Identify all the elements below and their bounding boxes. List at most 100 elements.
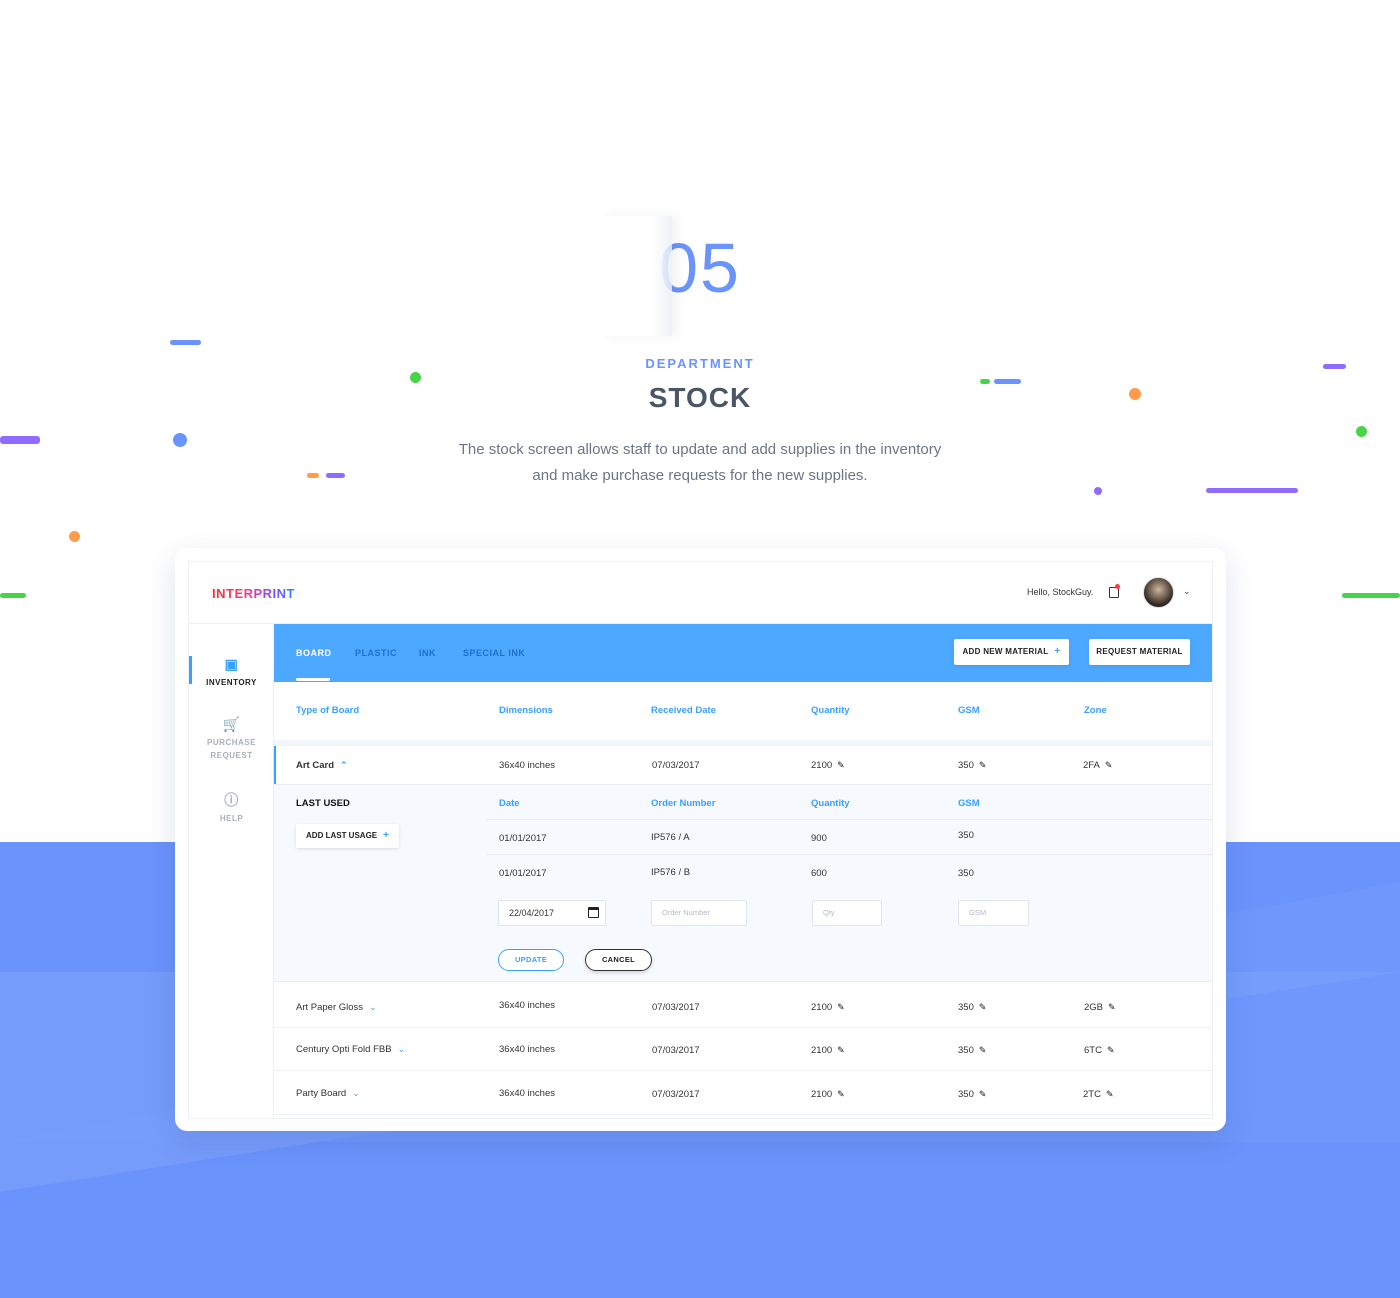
- table-cell-gsm: 350 ✎: [958, 760, 986, 771]
- forklift-icon: ▣: [224, 656, 239, 672]
- table-cell-zone: 2FA ✎: [1083, 760, 1112, 771]
- decor-dash: [1342, 593, 1400, 598]
- plus-icon: +: [1054, 646, 1061, 657]
- table-cell-zone: 2TC ✎: [1083, 1089, 1114, 1100]
- divider: [487, 854, 1212, 855]
- edit-icon[interactable]: ✎: [837, 1002, 845, 1013]
- cell-text: 2100: [811, 1045, 833, 1056]
- edit-icon[interactable]: ✎: [837, 1045, 845, 1056]
- usage-cell-gsm: 350: [958, 830, 974, 841]
- category-tab-bar: BOARD PLASTIC INK SPECIAL INK ADD NEW MA…: [274, 624, 1212, 682]
- table-cell-received: 07/03/2017: [652, 1002, 700, 1013]
- table-cell-zone: 2GB ✎: [1084, 1002, 1116, 1013]
- chevron-down-icon[interactable]: ⌄: [352, 1088, 360, 1099]
- cell-text: Art Card: [296, 760, 335, 771]
- add-new-material-button[interactable]: ADD NEW MATERIAL +: [954, 639, 1069, 665]
- usage-cell-date: 01/01/2017: [499, 833, 547, 844]
- usage-cell-quantity: 600: [811, 868, 827, 879]
- decor-dash: [1206, 488, 1298, 493]
- tab-ink[interactable]: INK: [419, 648, 436, 658]
- app-logo[interactable]: INTERPRINT: [212, 586, 295, 601]
- tab-special-ink[interactable]: SPECIAL INK: [463, 648, 525, 658]
- table-cell-gsm: 350 ✎: [958, 1002, 986, 1013]
- chevron-down-icon[interactable]: ⌄: [1183, 586, 1191, 597]
- quantity-field[interactable]: Qty: [812, 900, 882, 926]
- column-header-gsm: GSM: [958, 705, 980, 716]
- edit-icon[interactable]: ✎: [1107, 1045, 1115, 1056]
- cell-text: 2GB: [1084, 1002, 1104, 1013]
- edit-icon[interactable]: ✎: [979, 1089, 987, 1100]
- edit-icon[interactable]: ✎: [1105, 760, 1113, 771]
- cell-text: 350: [958, 1089, 974, 1100]
- row-divider: [274, 1070, 1212, 1071]
- cell-text: 2100: [811, 1089, 833, 1100]
- cell-text: 350: [958, 760, 974, 771]
- cell-text: 6TC: [1084, 1045, 1102, 1056]
- section-title: STOCK: [648, 382, 752, 413]
- last-used-title: LAST USED: [296, 798, 350, 809]
- sidebar-item-inventory[interactable]: ▣ INVENTORY: [189, 656, 274, 689]
- decor-dot: [1356, 426, 1367, 437]
- chevron-down-icon[interactable]: ⌄: [369, 1002, 377, 1013]
- table-row-selected[interactable]: [274, 746, 1212, 784]
- last-used-panel: [274, 784, 1212, 982]
- sidebar-item-purchase-request[interactable]: 🛒 PURCHASE REQUEST: [189, 716, 274, 762]
- table-cell-type[interactable]: Art Card ⌃: [296, 760, 348, 771]
- table-cell-dimensions: 36x40 inches: [499, 1044, 555, 1055]
- cell-text: 2FA: [1083, 760, 1100, 771]
- table-cell-received: 07/03/2017: [652, 1089, 700, 1100]
- table-cell-gsm: 350 ✎: [958, 1045, 986, 1056]
- table-cell-type[interactable]: Art Paper Gloss ⌄: [296, 1002, 377, 1013]
- tab-board[interactable]: BOARD: [296, 648, 332, 658]
- add-last-usage-button[interactable]: ADD LAST USAGE +: [296, 824, 399, 848]
- last-used-header-gsm: GSM: [958, 798, 980, 809]
- table-cell-type[interactable]: Party Board ⌄: [296, 1088, 360, 1099]
- decor-dash: [0, 436, 40, 444]
- column-header-received-date: Received Date: [651, 705, 716, 716]
- decor-dot: [173, 433, 187, 447]
- divider: [487, 819, 1212, 820]
- avatar[interactable]: [1143, 577, 1174, 608]
- cell-text: 350: [958, 1002, 974, 1013]
- table-cell-quantity: 2100 ✎: [811, 1089, 845, 1100]
- decor-dash: [307, 473, 319, 478]
- edit-icon[interactable]: ✎: [837, 760, 845, 771]
- edit-icon[interactable]: ✎: [837, 1089, 845, 1100]
- chevron-down-icon[interactable]: ⌄: [398, 1044, 406, 1055]
- user-greeting: Hello, StockGuy.: [1027, 587, 1094, 597]
- usage-cell-order: IP576 / A: [651, 832, 690, 843]
- tab-plastic[interactable]: PLASTIC: [355, 648, 397, 658]
- table-cell-gsm: 350 ✎: [958, 1089, 986, 1100]
- edit-icon[interactable]: ✎: [979, 1045, 987, 1056]
- last-used-header-date: Date: [499, 798, 520, 809]
- order-number-field[interactable]: Order Number: [651, 900, 747, 926]
- cancel-button[interactable]: CANCEL: [585, 949, 652, 971]
- number-overlay-panel: [600, 216, 672, 336]
- edit-icon[interactable]: ✎: [1106, 1089, 1114, 1100]
- chevron-up-icon[interactable]: ⌃: [340, 760, 348, 771]
- edit-icon[interactable]: ✎: [979, 760, 987, 771]
- sidebar-item-label: PURCHASE: [207, 738, 256, 747]
- update-button[interactable]: UPDATE: [498, 949, 564, 971]
- table-cell-dimensions: 36x40 inches: [499, 1088, 555, 1099]
- sidebar-item-help[interactable]: ⓘ HELP: [189, 792, 274, 825]
- sidebar-item-label: INVENTORY: [206, 678, 257, 687]
- calendar-icon[interactable]: [588, 907, 599, 918]
- gsm-field[interactable]: GSM: [958, 900, 1029, 926]
- table-cell-type[interactable]: Century Opti Fold FBB ⌄: [296, 1044, 405, 1055]
- button-label: ADD NEW MATERIAL: [962, 647, 1049, 656]
- cart-icon: 🛒: [222, 716, 241, 732]
- app-screenshot-card: INTERPRINT Hello, StockGuy. ⌄ ▣ INVENTOR…: [175, 548, 1226, 1131]
- date-value: 22/04/2017: [509, 908, 555, 918]
- request-material-button[interactable]: REQUEST MATERIAL: [1089, 639, 1190, 665]
- decor-dot: [69, 531, 80, 542]
- edit-icon[interactable]: ✎: [979, 1002, 987, 1013]
- table-cell-dimensions: 36x40 inches: [499, 1000, 555, 1011]
- usage-date-field[interactable]: 22/04/2017: [498, 900, 606, 926]
- edit-icon[interactable]: ✎: [1108, 1002, 1116, 1013]
- column-header-dimensions: Dimensions: [499, 705, 553, 716]
- button-label: ADD LAST USAGE: [306, 831, 378, 840]
- decor-dash: [0, 593, 26, 598]
- table-cell-received: 07/03/2017: [652, 760, 700, 771]
- column-header-zone: Zone: [1084, 705, 1107, 716]
